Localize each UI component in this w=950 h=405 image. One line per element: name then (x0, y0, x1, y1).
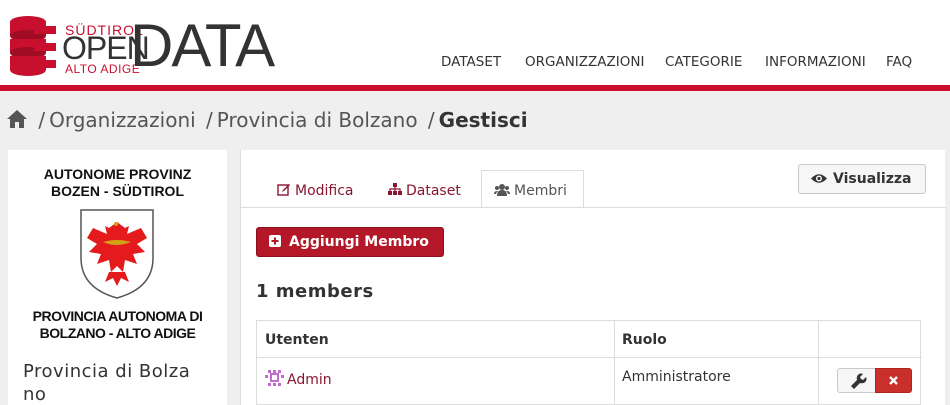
org-sidebar: AUTONOME PROVINZ BOZEN - SÜDTIROL PROVIN… (8, 150, 227, 405)
tab-membri-label: Membri (514, 183, 567, 199)
table-row: Admin (257, 358, 614, 401)
column-header-user: Utenten (265, 332, 329, 348)
org-logo-title-it-line1: PROVINCIA AUTONOMA DI (32, 308, 203, 324)
nav-organizzazioni[interactable]: ORGANIZZAZIONI (525, 54, 644, 70)
breadcrumb-provincia[interactable]: Provincia di Bolzano (217, 108, 418, 132)
database-logo-icon (10, 16, 56, 76)
view-button-label: Visualizza (833, 171, 912, 187)
members-table: Utenten Ruolo Admin Amministratore (256, 320, 922, 405)
eye-icon (811, 172, 827, 188)
breadcrumb-organizzazioni[interactable]: Organizzazioni (49, 108, 196, 132)
add-member-label: Aggiungi Membro (289, 234, 429, 250)
plus-square-icon (269, 235, 281, 251)
edit-member-button[interactable] (837, 368, 876, 393)
column-divider (818, 321, 819, 405)
close-icon (889, 376, 898, 385)
breadcrumb: / Organizzazioni / Provincia di Bolzano / G… (6, 108, 528, 134)
tab-membri[interactable]: Membri (481, 170, 584, 208)
org-logo-title-de-line2: BOZEN - SÜDTIROL (51, 183, 184, 199)
tabs-divider (241, 207, 946, 208)
org-logo-title-it-line2: BOLZANO - ALTO ADIGE (39, 325, 196, 341)
site-logo[interactable]: SÜDTIROL OPEN ALTO ADIGE DATA (8, 14, 275, 84)
user-avatar-icon (265, 369, 285, 391)
edit-icon (277, 182, 291, 200)
coat-of-arms-eagle-icon (80, 209, 154, 299)
view-button[interactable]: Visualizza (798, 164, 926, 194)
org-logo-title-it: PROVINCIA AUTONOMA DI BOLZANO - ALTO ADI… (8, 308, 227, 342)
home-icon[interactable] (6, 109, 28, 134)
member-user-link[interactable]: Admin (287, 372, 332, 388)
remove-member-button[interactable] (875, 368, 912, 393)
site-header: SÜDTIROL OPEN ALTO ADIGE DATA DATASET OR… (0, 0, 950, 85)
breadcrumb-separator: / (427, 108, 435, 132)
nav-informazioni[interactable]: INFORMAZIONI (765, 54, 866, 70)
header-accent-bar (0, 85, 950, 91)
member-role: Amministratore (622, 369, 731, 385)
add-member-button[interactable]: Aggiungi Membro (256, 227, 444, 257)
nav-dataset[interactable]: DATASET (441, 54, 501, 70)
breadcrumb-separator: / (38, 108, 46, 132)
sitemap-icon (388, 182, 402, 200)
org-logo-title-de: AUTONOME PROVINZ BOZEN - SÜDTIROL (8, 166, 227, 200)
logo-data-text: DATA (130, 12, 275, 79)
nav-categorie[interactable]: CATEGORIE (665, 54, 742, 70)
tab-modifica[interactable]: Modifica (265, 170, 366, 208)
org-name-heading: Provincia di Bolzano (23, 361, 191, 405)
tab-dataset-label: Dataset (406, 183, 461, 199)
breadcrumb-separator: / (206, 108, 213, 132)
nav-faq[interactable]: FAQ (886, 54, 912, 70)
column-header-role: Ruolo (622, 332, 667, 348)
breadcrumb-current: Gestisci (438, 108, 528, 132)
tab-modifica-label: Modifica (295, 183, 354, 199)
org-logo-title-de-line1: AUTONOME PROVINZ (43, 166, 192, 182)
tab-dataset[interactable]: Dataset (376, 170, 473, 208)
main-panel: Modifica Dataset Membri Visualizza Aggiu… (240, 150, 946, 405)
users-icon (494, 183, 510, 200)
members-count: 1 members (256, 281, 374, 302)
wrench-icon (851, 373, 867, 389)
logo-region-sub-text: ALTO ADIGE (65, 62, 141, 76)
